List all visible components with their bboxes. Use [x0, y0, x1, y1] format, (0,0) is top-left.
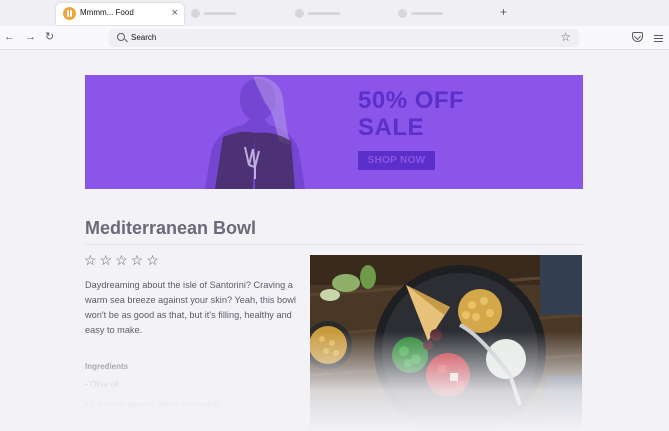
- back-icon[interactable]: ←: [4, 30, 15, 44]
- food-favicon-icon: [63, 7, 76, 20]
- tab-placeholder-icon: [295, 9, 304, 18]
- url-placeholder: Search: [131, 33, 157, 42]
- ingredients-heading: Ingredients: [85, 362, 129, 371]
- ingredient-item: • 1 can chickpeas, drained: [85, 419, 179, 428]
- shop-now-button[interactable]: SHOP NOW: [358, 151, 435, 170]
- reload-icon[interactable]: ↻: [45, 30, 54, 44]
- url-bar[interactable]: Search ☆: [109, 29, 579, 47]
- tab-placeholder[interactable]: [398, 7, 446, 19]
- tab-active[interactable]: Mmmm... Food ×: [56, 3, 184, 25]
- search-icon: [117, 33, 125, 41]
- recipe-title: Mediterranean Bowl: [85, 218, 257, 238]
- pocket-icon[interactable]: [632, 32, 643, 42]
- tab-placeholder-icon: [191, 9, 200, 18]
- rating-stars[interactable]: ☆☆☆☆☆: [84, 252, 162, 269]
- tab-title: Mmmm... Food: [80, 8, 134, 17]
- banner-headline-line2: SALE: [358, 114, 425, 141]
- tab-placeholder[interactable]: [191, 7, 239, 19]
- recipe-description: Daydreaming about the isle of Santorini?…: [85, 280, 296, 335]
- title-divider: [85, 244, 583, 245]
- banner-model-image: [205, 76, 305, 189]
- tab-placeholder[interactable]: [295, 7, 343, 19]
- hamburger-menu-icon[interactable]: [654, 35, 663, 42]
- ingredient-item: • Olive oil: [85, 380, 119, 389]
- forward-icon[interactable]: →: [25, 30, 36, 44]
- nav-bar: ← → ↻ Search ☆: [0, 26, 669, 50]
- bookmark-star-icon[interactable]: ☆: [560, 29, 571, 45]
- sale-banner[interactable]: 50% OFF SALE SHOP NOW: [85, 75, 583, 189]
- tab-placeholder-icon: [398, 9, 407, 18]
- new-tab-button[interactable]: +: [500, 5, 507, 19]
- page-content: 50% OFF SALE SHOP NOW Mediterranean Bowl…: [0, 51, 669, 431]
- tab-close-icon[interactable]: ×: [172, 6, 178, 20]
- bowl-photo: [310, 255, 582, 431]
- ingredient-item: • 1 zucchini squash, sliced into rounds: [85, 400, 221, 409]
- banner-headline-line1: 50% OFF: [358, 87, 465, 114]
- tab-strip: Mmmm... Food × +: [0, 0, 669, 26]
